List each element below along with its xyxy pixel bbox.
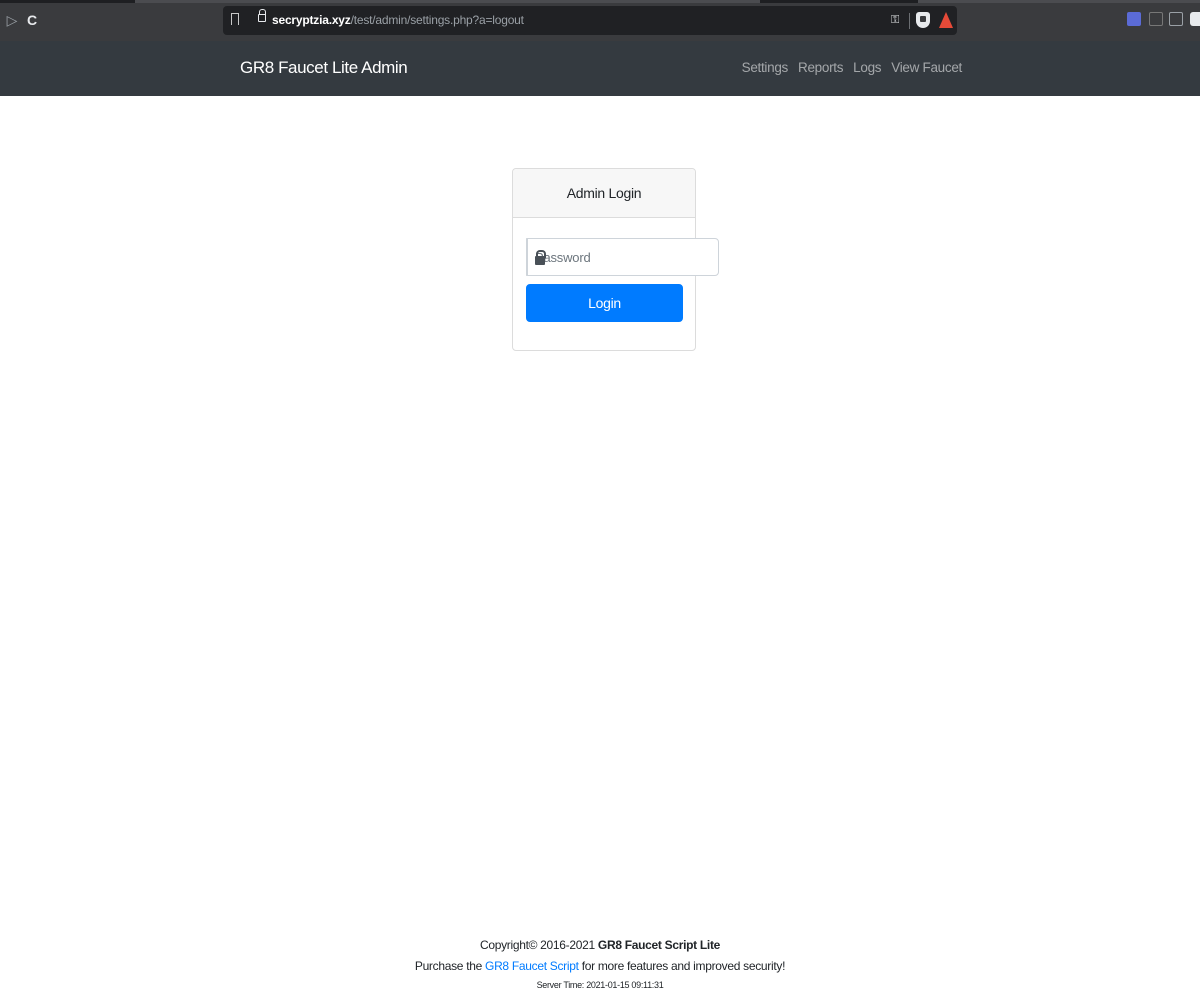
nav-link-settings[interactable]: Settings [742,60,789,75]
extension-icon[interactable] [1127,12,1141,26]
nav-link-logs[interactable]: Logs [853,60,881,75]
browser-toolbar: ▷ C secryptzia.xyz/test/admin/settings.p… [0,0,1200,41]
product-name: GR8 Faucet Script Lite [597,938,721,952]
brave-shield-icon[interactable] [916,12,930,28]
password-input-group [526,238,719,276]
purchase-prefix: Purchase the [414,959,482,973]
brand-link[interactable]: GR8 Faucet Lite Admin [240,58,408,78]
rewards-triangle-icon[interactable] [939,12,953,28]
server-time: Server Time: 2021-01-15 09:11:31 [536,980,664,990]
divider [909,13,910,29]
bookmark-icon[interactable] [231,13,239,29]
login-button[interactable]: Login [526,284,683,322]
nav-links: Settings Reports Logs View Faucet [742,60,963,75]
tab-segment [918,0,1200,3]
padlock-icon [535,250,546,265]
navbar: GR8 Faucet Lite Admin Settings Reports L… [0,41,1200,96]
puzzle-icon[interactable] [1190,12,1200,26]
forward-icon[interactable]: ▷ [4,12,20,28]
purchase-link[interactable]: GR8 Faucet Script [485,959,579,973]
tab-segment [135,0,760,3]
lock-icon[interactable] [258,9,266,22]
purchase-suffix: for more features and improved security! [581,959,786,973]
login-card: Admin Login Login [512,168,719,351]
url-path: /test/admin/settings.php?a=logout [350,13,524,27]
login-title: Admin Login [513,169,695,218]
nav-link-view-faucet[interactable]: View Faucet [891,60,962,75]
copyright-text: Copyright© 2016-2021 [479,938,595,952]
password-addon [526,238,546,276]
extension-icon[interactable] [1149,12,1163,26]
key-icon[interactable]: ⚿ [891,14,899,27]
address-bar[interactable]: secryptzia.xyz/test/admin/settings.php?a… [223,6,957,35]
url-host: secryptzia.xyz [272,13,351,27]
extension-icon[interactable] [1169,12,1183,26]
footer: Copyright© 2016-2021 GR8 Faucet Script L… [0,937,1200,991]
copyright-line: Copyright© 2016-2021 GR8 Faucet Script L… [0,937,1200,953]
reload-icon[interactable]: C [24,12,40,28]
url-text[interactable]: secryptzia.xyz/test/admin/settings.php?a… [272,13,524,27]
tab-strip [0,0,1200,3]
purchase-line: Purchase the GR8 Faucet Script for more … [0,958,1200,974]
nav-link-reports[interactable]: Reports [798,60,843,75]
password-input[interactable] [527,238,719,276]
